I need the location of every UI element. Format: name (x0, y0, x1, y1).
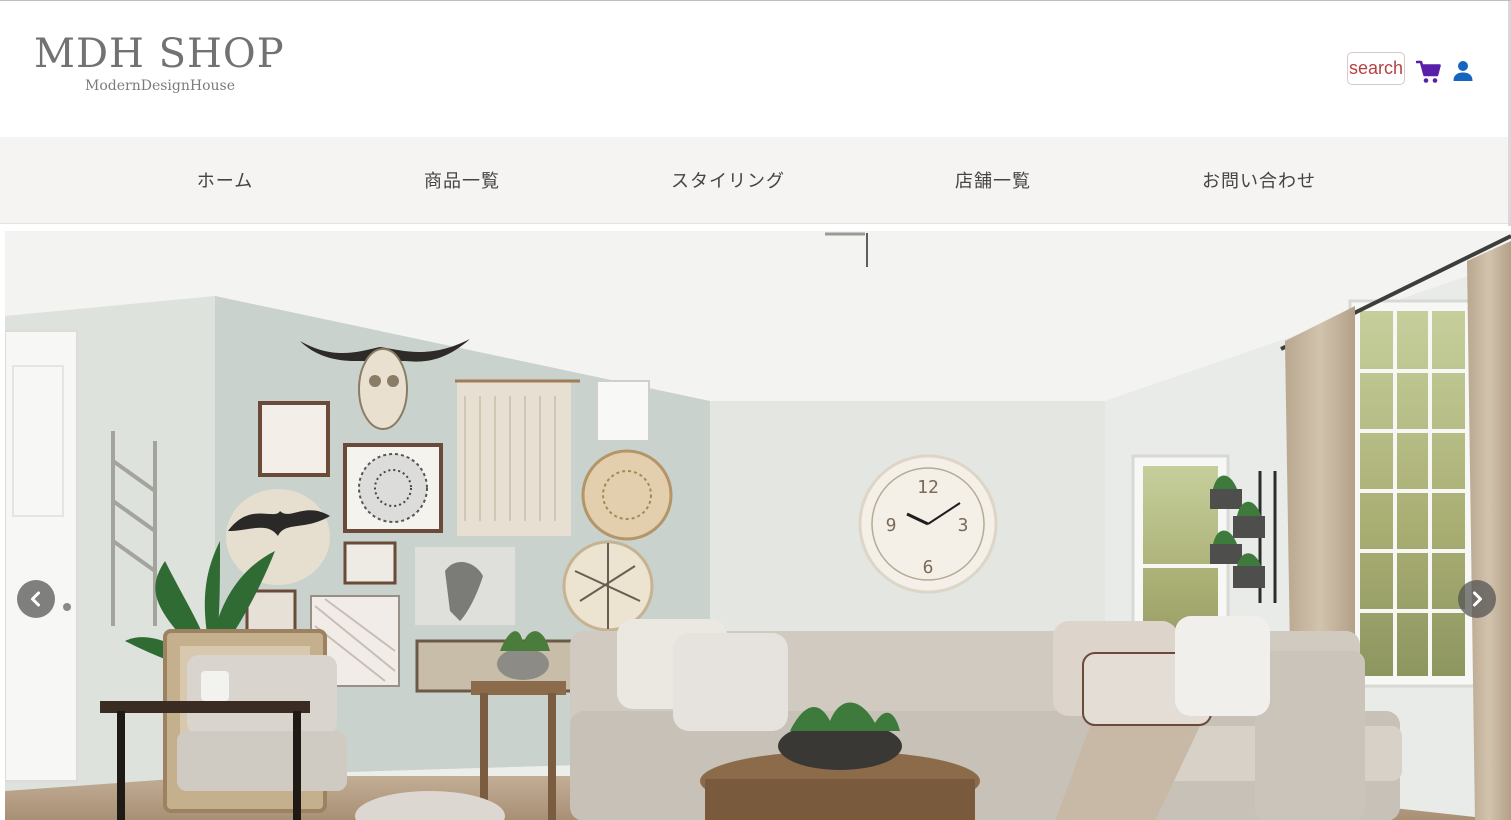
carousel-prev-button[interactable] (17, 580, 55, 618)
main-nav: ホーム 商品一覧 スタイリング 店舗一覧 お問い合わせ (0, 137, 1511, 224)
nav-item-stores[interactable]: 店舗一覧 (955, 137, 1031, 223)
hero-carousel: 12 3 6 9 (5, 231, 1511, 820)
logo-subtitle: ModernDesignHouse (85, 78, 235, 94)
logo-title: MDH SHOP (34, 31, 285, 77)
user-icon[interactable] (1452, 60, 1474, 82)
search-button[interactable]: search (1347, 52, 1405, 85)
clock-number-3: 3 (958, 515, 969, 536)
cart-icon[interactable] (1415, 59, 1441, 85)
clock-number-9: 9 (886, 515, 897, 536)
page: MDH SHOP ModernDesignHouse search ホーム 商品… (0, 0, 1511, 820)
nav-item-styling[interactable]: スタイリング (671, 137, 785, 223)
clock-number-12: 12 (917, 477, 939, 498)
chevron-right-icon (1473, 591, 1482, 607)
chevron-left-icon (31, 591, 40, 607)
site-header: MDH SHOP ModernDesignHouse search (0, 1, 1511, 136)
nav-item-products[interactable]: 商品一覧 (424, 137, 500, 223)
nav-item-contact[interactable]: お問い合わせ (1202, 137, 1316, 223)
hero-image: 12 3 6 9 (5, 231, 1511, 820)
nav-item-home[interactable]: ホーム (197, 137, 253, 223)
carousel-next-button[interactable] (1458, 580, 1496, 618)
clock-number-6: 6 (923, 557, 934, 578)
logo[interactable]: MDH SHOP ModernDesignHouse (34, 31, 284, 101)
